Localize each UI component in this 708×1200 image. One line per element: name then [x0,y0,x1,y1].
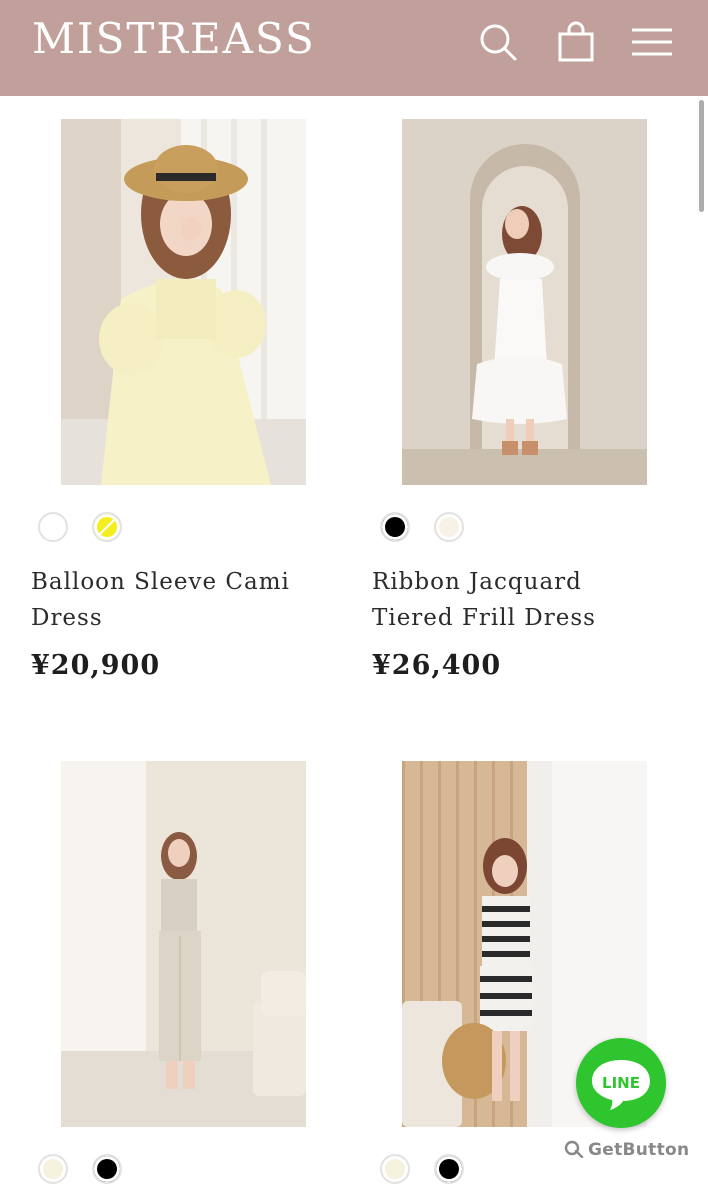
color-swatches [380,1154,464,1184]
search-icon[interactable] [476,20,520,64]
line-chat-icon: LINE [592,1060,650,1110]
product-name-line[interactable]: Ribbon Jacquard [372,564,672,600]
line-chat-button[interactable]: LINE [576,1038,666,1128]
color-swatches [38,512,122,542]
hamburger-menu-icon[interactable] [630,20,674,64]
site-logo[interactable]: MISTREASS [32,14,316,63]
color-swatch-ivory[interactable] [434,512,464,542]
product-price: ¥26,400 [372,650,502,681]
getbutton-credit[interactable]: GetButton [564,1140,689,1160]
product-image[interactable] [61,119,306,485]
getbutton-icon [564,1140,584,1158]
color-swatch-black[interactable] [434,1154,464,1184]
color-swatch-black[interactable] [92,1154,122,1184]
site-header: MISTREASS [0,0,708,96]
color-swatches [380,512,464,542]
color-swatch-cream[interactable] [38,1154,68,1184]
product-name[interactable]: Balloon Sleeve Cami Dress [31,564,331,636]
page-scrollbar[interactable] [699,100,704,212]
color-swatch-yellow[interactable] [92,512,122,542]
product-name-line[interactable]: Dress [31,600,331,636]
color-swatches [38,1154,122,1184]
shopping-bag-icon[interactable] [554,20,598,64]
product-price: ¥20,900 [31,650,161,681]
line-label: LINE [602,1074,640,1092]
getbutton-label: GetButton [588,1140,690,1160]
color-swatch-white[interactable] [38,512,68,542]
product-name[interactable]: Ribbon Jacquard Tiered Frill Dress [372,564,672,636]
product-name-line[interactable]: Tiered Frill Dress [372,600,672,636]
product-name-line[interactable]: Balloon Sleeve Cami [31,564,331,600]
product-image[interactable] [402,119,647,485]
product-image[interactable] [61,761,306,1127]
color-swatch-cream[interactable] [380,1154,410,1184]
color-swatch-black[interactable] [380,512,410,542]
